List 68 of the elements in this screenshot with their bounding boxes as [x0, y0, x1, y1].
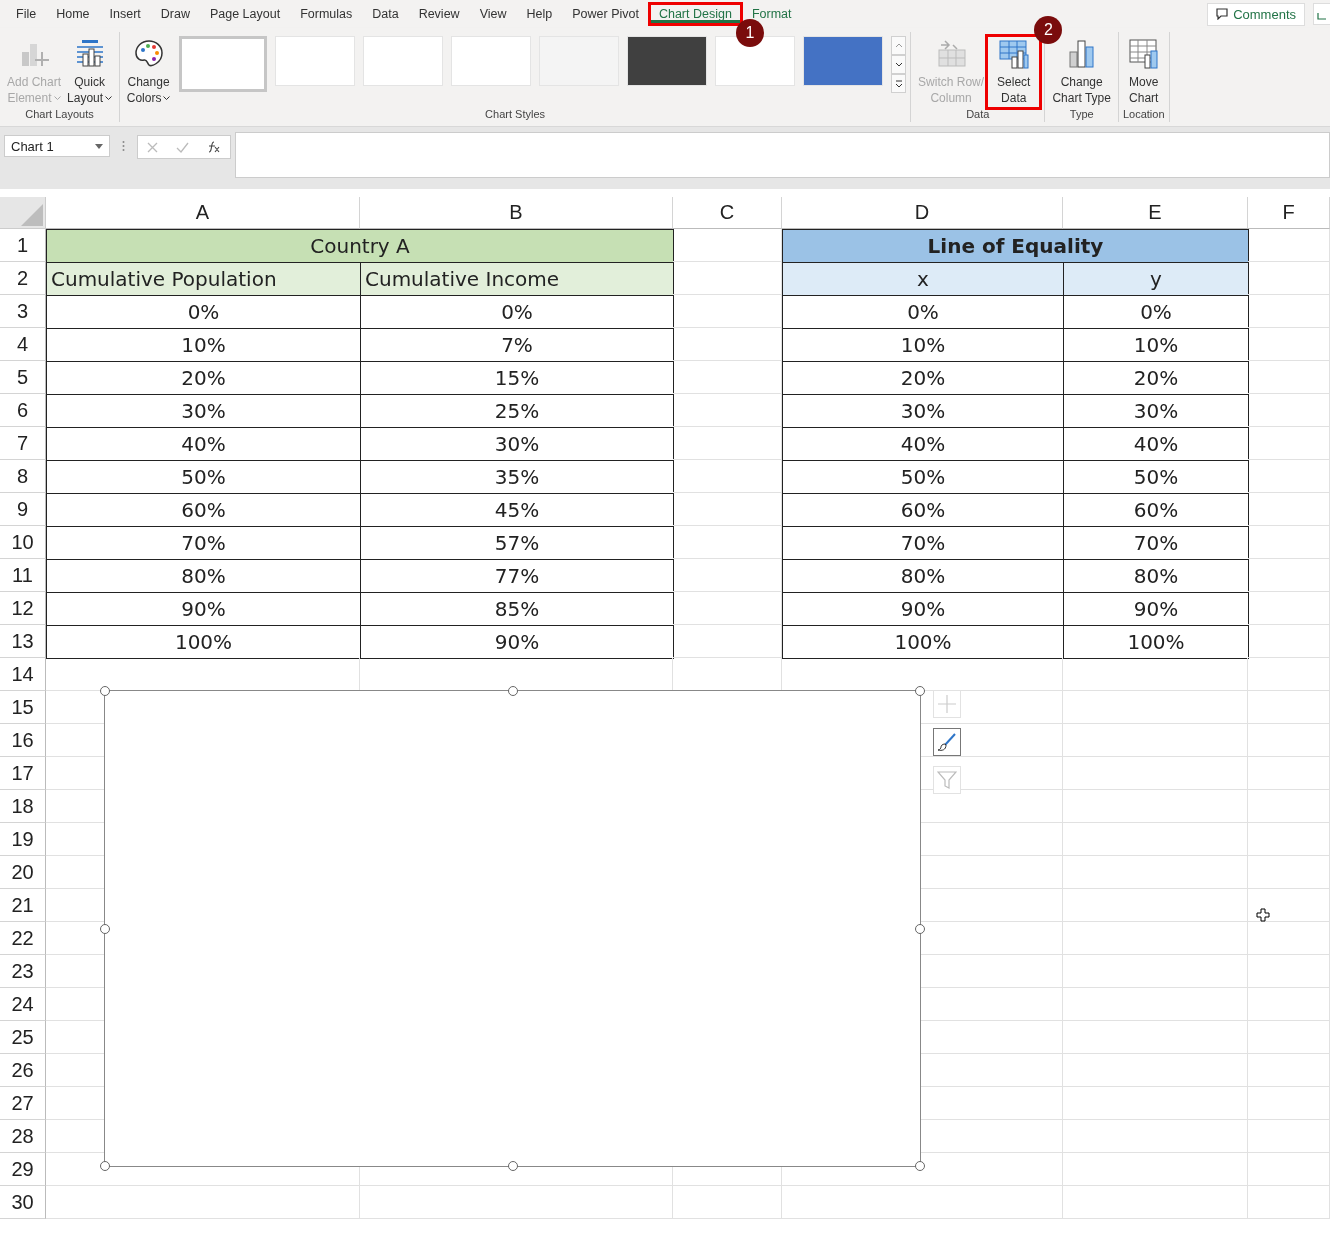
table-cell: Country A [46, 229, 674, 263]
row-header[interactable]: 9 [0, 493, 46, 526]
table-cell: 100% [1063, 625, 1249, 659]
comments-button[interactable]: Comments [1207, 2, 1305, 26]
row-header[interactable]: 25 [0, 1021, 46, 1054]
row-header[interactable]: 24 [0, 988, 46, 1021]
row-header[interactable]: 10 [0, 526, 46, 559]
ribbon-tab[interactable]: Insert [99, 3, 151, 25]
row-header[interactable]: 26 [0, 1054, 46, 1087]
table-cell: 100% [782, 625, 1064, 659]
row-header[interactable]: 19 [0, 823, 46, 856]
row-header[interactable]: 22 [0, 922, 46, 955]
row-header[interactable]: 15 [0, 691, 46, 724]
step-badge: 2 [1034, 16, 1063, 44]
ribbon-button[interactable]: Move Chart [1124, 36, 1163, 108]
row-header[interactable]: 23 [0, 955, 46, 988]
row-header[interactable]: 6 [0, 394, 46, 427]
group-label: Chart Styles [485, 108, 545, 120]
row-header[interactable]: 28 [0, 1120, 46, 1153]
ribbon-tab[interactable]: Data [362, 3, 409, 25]
row-header[interactable]: 16 [0, 724, 46, 757]
table-cell: Cumulative Population [46, 262, 361, 296]
group-label: Chart Layouts [25, 108, 94, 120]
row-header[interactable]: 14 [0, 658, 46, 691]
table-cell: Cumulative Income [360, 262, 674, 296]
row-header[interactable]: 2 [0, 262, 46, 295]
group-label: Data [966, 108, 990, 120]
row-header[interactable]: 12 [0, 592, 46, 625]
column-header[interactable]: B [360, 197, 673, 229]
column-header[interactable]: D [782, 197, 1063, 229]
name-box[interactable]: Chart 1 [4, 135, 110, 157]
ribbon-tab[interactable]: Draw [150, 3, 200, 25]
table-cell: 90% [360, 625, 674, 659]
row-header[interactable]: 1 [0, 229, 46, 262]
row-header[interactable]: 4 [0, 328, 46, 361]
row-header[interactable]: 17 [0, 757, 46, 790]
row-header[interactable]: 18 [0, 790, 46, 823]
column-header[interactable]: E [1063, 197, 1248, 229]
table-cell: Line of Equality [782, 229, 1249, 263]
row-header[interactable]: 21 [0, 889, 46, 922]
column-header[interactable]: C [673, 197, 782, 229]
ribbon-tab[interactable]: Review [408, 3, 470, 25]
ribbon-tab[interactable]: View [469, 3, 517, 25]
row-header[interactable]: 13 [0, 625, 46, 658]
row-header[interactable]: 27 [0, 1087, 46, 1120]
table-cell: x [782, 262, 1064, 296]
ribbon-tab[interactable]: Help [516, 3, 563, 25]
ribbon-tab[interactable]: Home [46, 3, 100, 25]
ribbon-tab[interactable]: File [6, 3, 47, 25]
row-header[interactable]: 20 [0, 856, 46, 889]
group-label: Type [1069, 108, 1094, 120]
column-header[interactable]: F [1248, 197, 1330, 229]
ribbon-button[interactable]: Change Colors [123, 36, 174, 108]
table-cell: y [1063, 262, 1249, 296]
row-header[interactable]: 8 [0, 460, 46, 493]
row-header[interactable]: 11 [0, 559, 46, 592]
row-header[interactable]: 5 [0, 361, 46, 394]
column-header[interactable]: A [46, 197, 360, 229]
group-label: Location [1122, 108, 1165, 120]
row-header[interactable]: 29 [0, 1153, 46, 1186]
row-header[interactable]: 30 [0, 1186, 46, 1219]
row-header[interactable]: 3 [0, 295, 46, 328]
ribbon-tab[interactable]: Page Layout [199, 3, 291, 25]
ribbon-button[interactable]: Quick Layout [64, 36, 116, 108]
table-cell: 100% [46, 625, 361, 659]
row-header[interactable]: 7 [0, 427, 46, 460]
ribbon-tab[interactable]: Formulas [290, 3, 363, 25]
ribbon-tab[interactable]: Power Pivot [562, 3, 649, 25]
